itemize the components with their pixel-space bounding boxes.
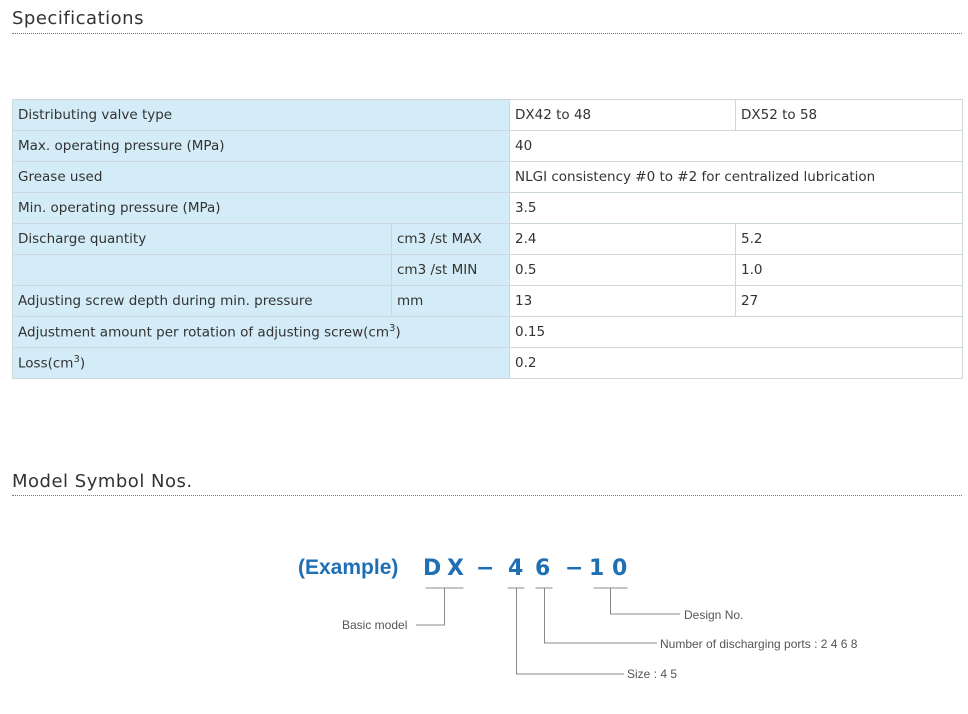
size-bracket — [507, 587, 624, 675]
basic-model-label: Basic model — [342, 618, 408, 632]
design-no-bracket — [593, 587, 680, 615]
ports-label: Number of discharging ports : 2 4 6 8 — [660, 637, 858, 651]
callout-lines — [416, 587, 680, 675]
size-label: Size : 4 5 — [627, 667, 678, 681]
design-no-label: Design No. — [684, 608, 744, 622]
ports-bracket — [535, 587, 657, 644]
basic-model-bracket — [416, 587, 464, 626]
